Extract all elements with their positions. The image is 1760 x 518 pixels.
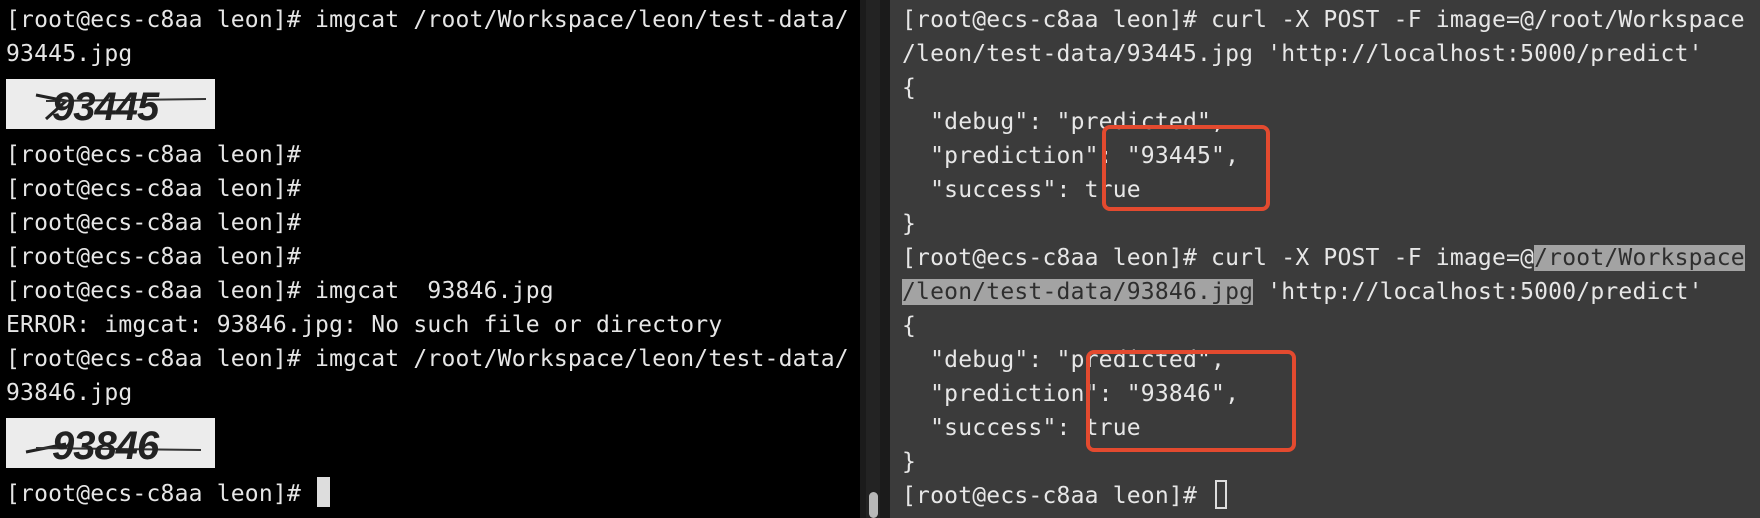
error-line: ERROR: imgcat: 93846.jpg: No such file o…	[6, 312, 723, 338]
selected-text[interactable]: /root/Workspace	[1534, 245, 1745, 271]
terminal-line: [root@ecs-c8aa leon]#	[6, 142, 301, 168]
scrollbar-thumb[interactable]	[869, 492, 878, 518]
json-line: {	[902, 75, 917, 101]
highlight-box	[1086, 350, 1296, 452]
terminal-line: [root@ecs-c8aa leon]#	[6, 244, 301, 270]
captcha-text: 93445	[52, 85, 159, 129]
right-terminal[interactable]: [root@ecs-c8aa leon]# curl -X POST -F im…	[890, 0, 1760, 518]
json-line: }	[902, 449, 917, 475]
terminal-line: [root@ecs-c8aa leon]# curl -X POST -F im…	[902, 241, 1745, 275]
cursor	[317, 477, 331, 507]
left-terminal[interactable]: [root@ecs-c8aa leon]# imgcat /root/Works…	[0, 0, 860, 518]
terminal-line: [root@ecs-c8aa leon]#	[6, 176, 301, 202]
prompt-line[interactable]: [root@ecs-c8aa leon]#	[6, 477, 331, 511]
command-text: [root@ecs-c8aa leon]# curl -X POST -F im…	[902, 245, 1535, 271]
terminal-line: [root@ecs-c8aa leon]# imgcat /root/Works…	[6, 346, 849, 372]
scrollbar[interactable]	[866, 0, 880, 518]
terminal-line: [root@ecs-c8aa leon]# imgcat /root/Works…	[6, 7, 849, 33]
prompt-line[interactable]: [root@ecs-c8aa leon]#	[902, 479, 1228, 513]
selected-text[interactable]: /leon/test-data/93846.jpg	[902, 279, 1254, 305]
prompt-text: [root@ecs-c8aa leon]#	[6, 481, 316, 507]
json-line: {	[902, 313, 917, 339]
terminal-line: [root@ecs-c8aa leon]# curl -X POST -F im…	[902, 7, 1745, 33]
prompt-text: [root@ecs-c8aa leon]#	[902, 483, 1212, 509]
terminal-line: [root@ecs-c8aa leon]#	[6, 210, 301, 236]
terminal-line: 93445.jpg	[6, 41, 133, 67]
highlight-box	[1102, 125, 1270, 211]
terminal-line: [root@ecs-c8aa leon]# imgcat 93846.jpg	[6, 278, 554, 304]
command-text: 'http://localhost:5000/predict'	[1253, 279, 1703, 305]
cursor	[1215, 480, 1228, 509]
captcha-text: 93846	[52, 424, 159, 468]
terminal-line: /leon/test-data/93846.jpg 'http://localh…	[902, 275, 1703, 309]
json-line: }	[902, 211, 917, 237]
captcha-image: 93846	[6, 418, 215, 468]
terminal-line: /leon/test-data/93445.jpg 'http://localh…	[902, 41, 1703, 67]
terminal-line: 93846.jpg	[6, 380, 133, 406]
captcha-image: 93445	[6, 79, 215, 129]
